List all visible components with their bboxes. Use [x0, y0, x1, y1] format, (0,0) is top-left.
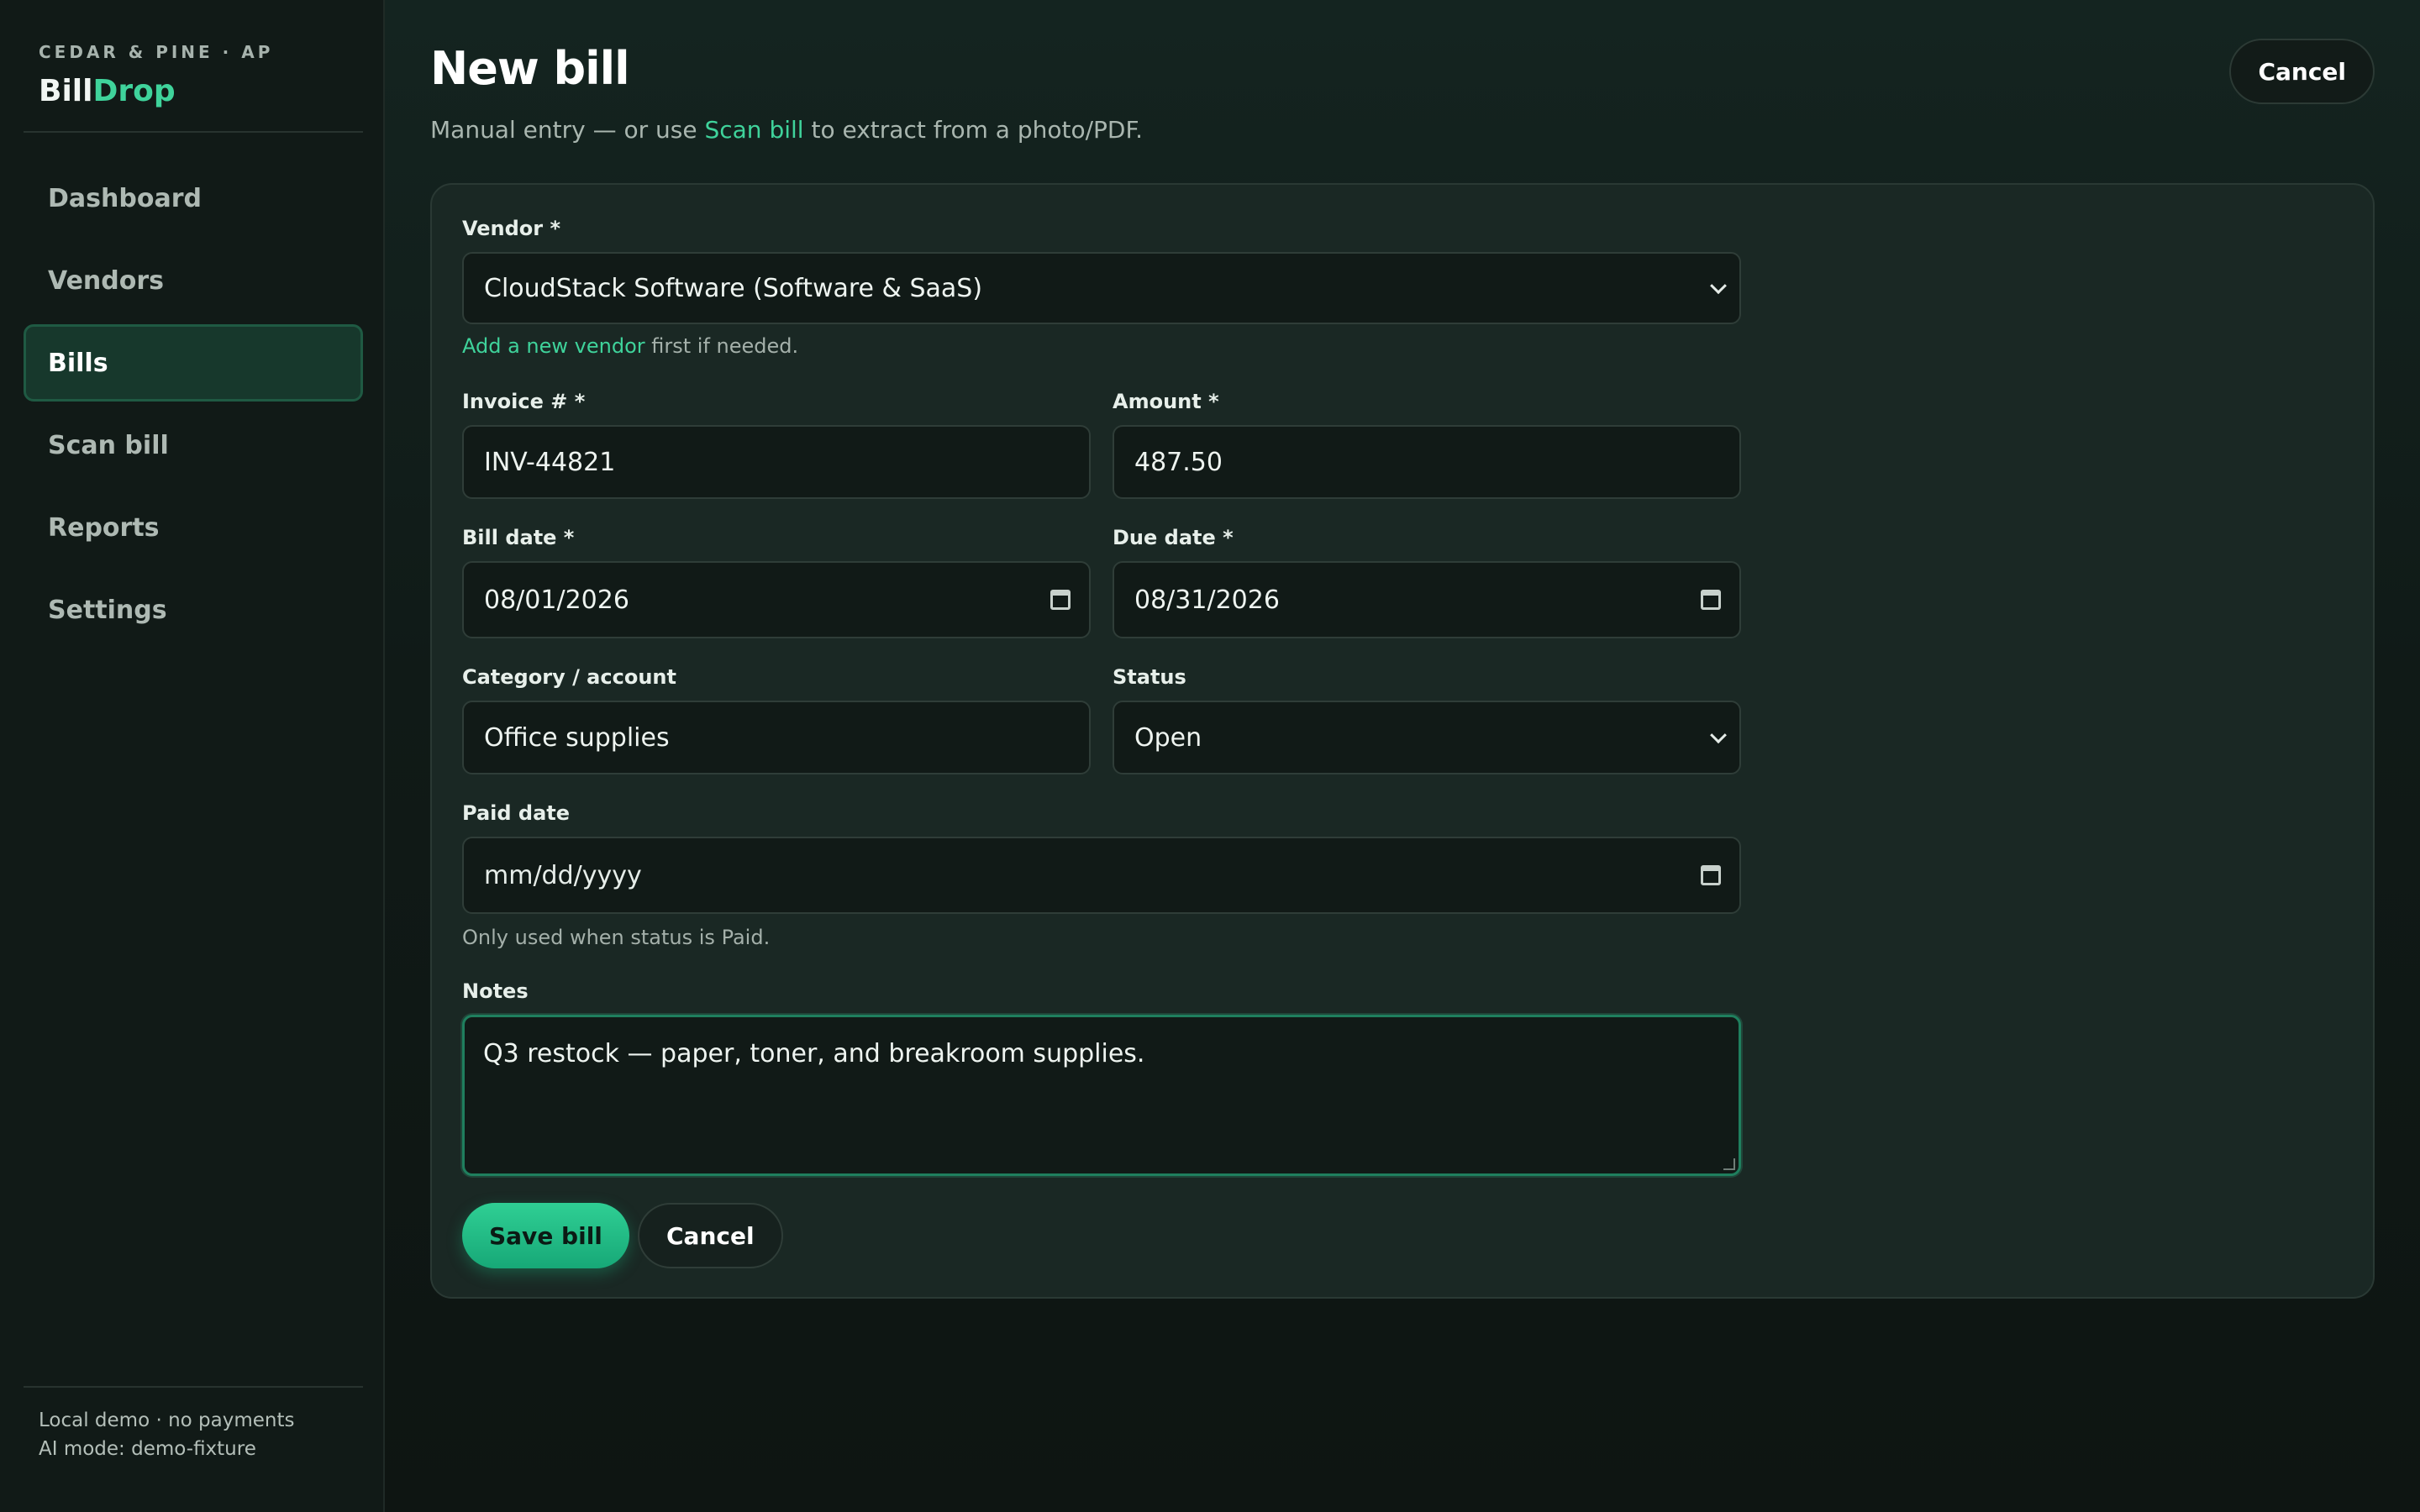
- calendar-icon[interactable]: [1701, 865, 1721, 885]
- sidebar-item-vendors[interactable]: Vendors: [24, 242, 363, 319]
- bill-form-card: Vendor * CloudStack Software (Software &…: [430, 183, 2375, 1299]
- sidebar-footer: Local demo · no payments AI mode: demo-f…: [24, 1386, 363, 1463]
- category-value: Office supplies: [484, 722, 670, 753]
- category-input[interactable]: Office supplies: [462, 701, 1091, 774]
- vendor-hint: Add a new vendor first if needed.: [462, 334, 798, 358]
- paid-date-input[interactable]: mm/dd/yyyy: [462, 837, 1741, 914]
- invoice-label: Invoice # *: [462, 390, 586, 413]
- form-cancel-button[interactable]: Cancel: [638, 1203, 783, 1268]
- sidebar-item-dashboard[interactable]: Dashboard: [24, 160, 363, 237]
- vendor-hint-text: first if needed.: [644, 334, 799, 358]
- notes-textarea[interactable]: Q3 restock — paper, toner, and breakroom…: [462, 1015, 1741, 1176]
- invoice-number-value: INV-44821: [484, 447, 616, 477]
- sidebar-item-settings[interactable]: Settings: [24, 571, 363, 648]
- footer-demo-note: Local demo · no payments: [39, 1410, 295, 1431]
- amount-input[interactable]: 487.50: [1113, 425, 1741, 499]
- status-label: Status: [1113, 665, 1186, 689]
- brand: CEDAR & PINE · AP BillDrop: [0, 0, 383, 108]
- bill-date-input[interactable]: 08/01/2026: [462, 561, 1091, 638]
- chevron-down-icon: [1710, 727, 1727, 744]
- due-date-value: 08/31/2026: [1134, 585, 1280, 615]
- sidebar: CEDAR & PINE · AP BillDrop Dashboard Ven…: [0, 0, 385, 1512]
- bill-date-label: Bill date *: [462, 526, 575, 549]
- app: CEDAR & PINE · AP BillDrop Dashboard Ven…: [0, 0, 2420, 1512]
- notes-label: Notes: [462, 979, 529, 1003]
- brand-org: CEDAR & PINE · AP: [39, 42, 274, 62]
- header-cancel-button[interactable]: Cancel: [2229, 39, 2375, 104]
- sidebar-divider: [24, 131, 363, 133]
- sidebar-item-scan-bill[interactable]: Scan bill: [24, 407, 363, 484]
- paid-date-hint: Only used when status is Paid.: [462, 926, 771, 949]
- vendor-select-value: CloudStack Software (Software & SaaS): [484, 273, 983, 303]
- chevron-down-icon: [1710, 277, 1727, 295]
- amount-label: Amount *: [1113, 390, 1219, 413]
- amount-value: 487.50: [1134, 447, 1223, 477]
- sidebar-nav: Dashboard Vendors Bills Scan bill Report…: [24, 160, 363, 654]
- calendar-icon[interactable]: [1050, 590, 1071, 610]
- invoice-number-input[interactable]: INV-44821: [462, 425, 1091, 499]
- due-date-input[interactable]: 08/31/2026: [1113, 561, 1741, 638]
- page-subtitle: Manual entry — or use Scan bill to extra…: [430, 116, 1143, 144]
- resize-grip-icon[interactable]: [1723, 1158, 1735, 1170]
- status-select-value: Open: [1134, 722, 1202, 753]
- paid-date-placeholder: mm/dd/yyyy: [484, 860, 642, 890]
- paid-date-label: Paid date: [462, 801, 571, 825]
- save-bill-button[interactable]: Save bill: [462, 1203, 629, 1268]
- vendor-label: Vendor *: [462, 217, 561, 240]
- page-title: New bill: [430, 42, 630, 95]
- brand-name-part1: Bill: [39, 74, 93, 108]
- scan-bill-link[interactable]: Scan bill: [704, 116, 803, 144]
- footer-ai-mode: AI mode: demo-fixture: [39, 1438, 256, 1460]
- calendar-icon[interactable]: [1701, 590, 1721, 610]
- notes-value: Q3 restock — paper, toner, and breakroom…: [483, 1039, 1145, 1068]
- brand-logo[interactable]: BillDrop: [39, 74, 383, 108]
- sidebar-item-reports[interactable]: Reports: [24, 489, 363, 566]
- vendor-select[interactable]: CloudStack Software (Software & SaaS): [462, 252, 1741, 324]
- status-select[interactable]: Open: [1113, 701, 1741, 774]
- category-label: Category / account: [462, 665, 676, 689]
- brand-name-part2: Drop: [92, 74, 176, 108]
- main-content: New bill Manual entry — or use Scan bill…: [385, 0, 2420, 1512]
- due-date-label: Due date *: [1113, 526, 1234, 549]
- sidebar-item-bills[interactable]: Bills: [24, 324, 363, 402]
- add-vendor-link[interactable]: Add a new vendor: [462, 334, 645, 358]
- subtitle-suffix: to extract from a photo/PDF.: [803, 116, 1143, 144]
- bill-date-value: 08/01/2026: [484, 585, 629, 615]
- subtitle-prefix: Manual entry — or use: [430, 116, 705, 144]
